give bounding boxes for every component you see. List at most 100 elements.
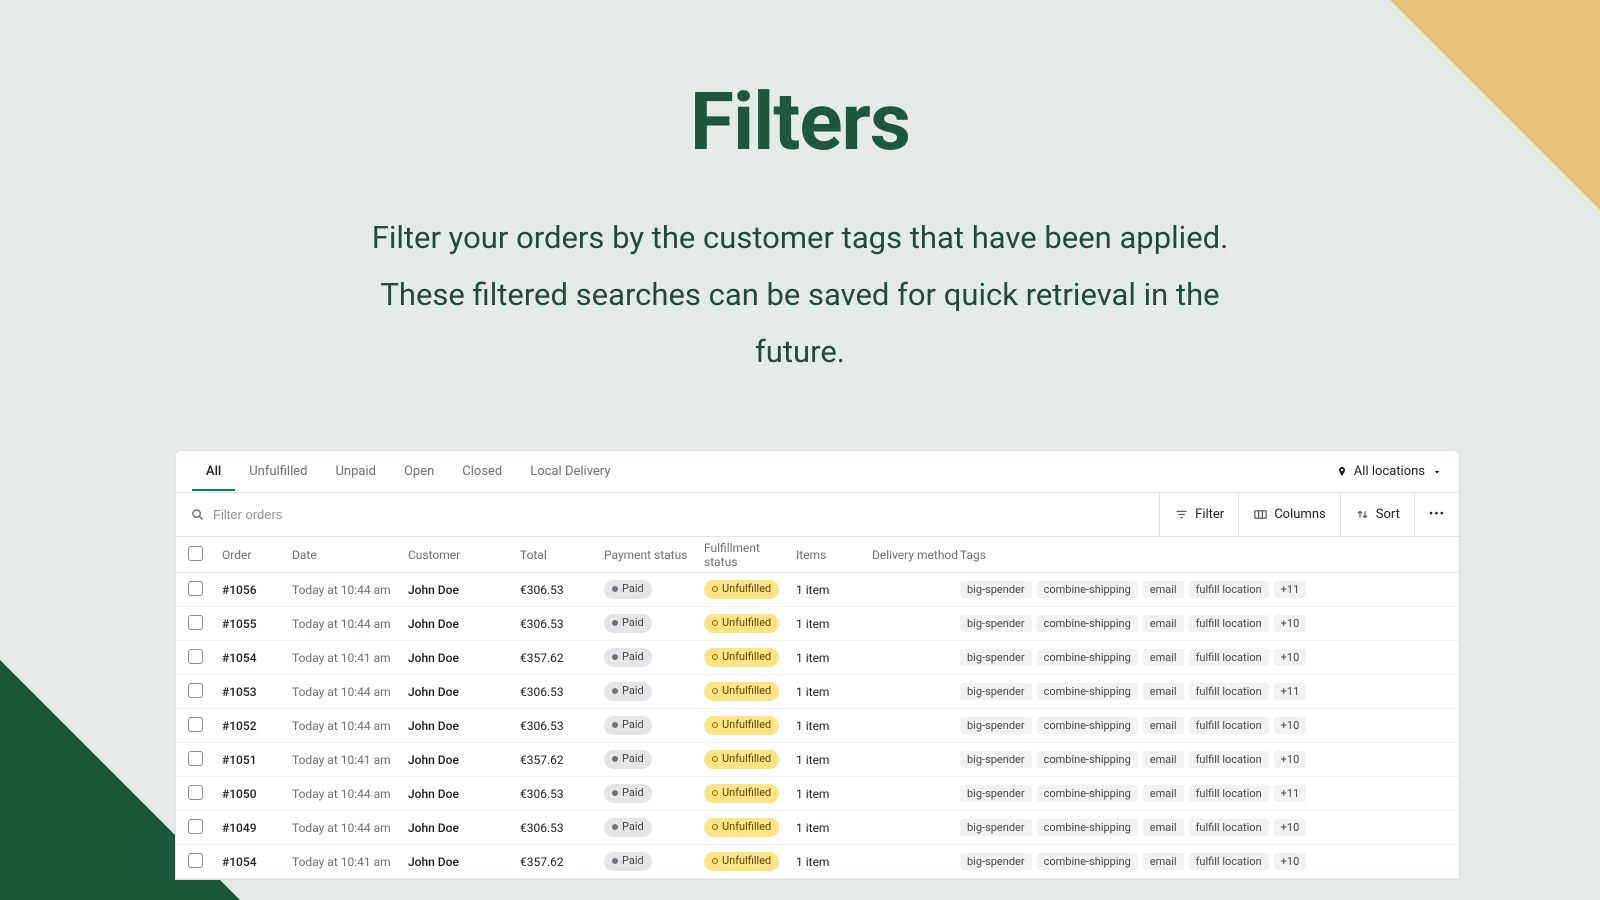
tag-chip: combine-shipping: [1037, 683, 1138, 700]
cell-order-id: #1052: [222, 719, 292, 733]
tag-chip-more[interactable]: +10: [1274, 717, 1307, 734]
tag-chip: combine-shipping: [1037, 649, 1138, 666]
table-row[interactable]: #1049 Today at 10:44 am John Doe €306.53…: [176, 811, 1459, 845]
tag-chip-more[interactable]: +10: [1274, 649, 1307, 666]
cell-fulfillment-status: Unfulfilled: [704, 648, 796, 666]
cell-total: €306.53: [520, 685, 604, 699]
col-total: Total: [520, 548, 604, 562]
cell-order-id: #1049: [222, 821, 292, 835]
row-checkbox[interactable]: [188, 751, 203, 766]
tag-chip-more[interactable]: +11: [1274, 581, 1307, 598]
location-pin-icon: [1336, 466, 1348, 478]
sort-icon: [1355, 507, 1370, 522]
tag-chip: big-spender: [960, 615, 1032, 632]
cell-fulfillment-status: Unfulfilled: [704, 784, 796, 802]
table-row[interactable]: #1053 Today at 10:44 am John Doe €306.53…: [176, 675, 1459, 709]
table-row[interactable]: #1056 Today at 10:44 am John Doe €306.53…: [176, 573, 1459, 607]
tag-chip: fulfill location: [1189, 751, 1269, 768]
tab-unpaid[interactable]: Unpaid: [321, 452, 389, 491]
tag-chip-more[interactable]: +11: [1274, 785, 1307, 802]
tag-chip: fulfill location: [1189, 683, 1269, 700]
tag-chip-more[interactable]: +10: [1274, 819, 1307, 836]
row-checkbox[interactable]: [188, 615, 203, 630]
page-subtitle: Filter your orders by the customer tags …: [350, 209, 1250, 380]
col-fulfillment: Fulfillment status: [704, 541, 796, 569]
cell-total: €306.53: [520, 719, 604, 733]
tag-chip: email: [1143, 649, 1184, 666]
cell-date: Today at 10:41 am: [292, 855, 408, 869]
cell-tags: big-spender combine-shipping email fulfi…: [960, 581, 1447, 598]
cell-tags: big-spender combine-shipping email fulfi…: [960, 751, 1447, 768]
cell-date: Today at 10:44 am: [292, 787, 408, 801]
cell-payment-status: Paid: [604, 682, 704, 700]
tag-chip-more[interactable]: +10: [1274, 853, 1307, 870]
tag-chip: big-spender: [960, 649, 1032, 666]
search-input[interactable]: [213, 507, 1145, 522]
cell-order-id: #1055: [222, 617, 292, 631]
table-row[interactable]: #1052 Today at 10:44 am John Doe €306.53…: [176, 709, 1459, 743]
more-button[interactable]: •••: [1415, 493, 1459, 536]
row-checkbox[interactable]: [188, 717, 203, 732]
tab-unfulfilled[interactable]: Unfulfilled: [235, 452, 321, 491]
cell-tags: big-spender combine-shipping email fulfi…: [960, 853, 1447, 870]
row-checkbox[interactable]: [188, 853, 203, 868]
cell-fulfillment-status: Unfulfilled: [704, 750, 796, 768]
cell-items: 1 item: [796, 719, 872, 733]
tab-all[interactable]: All: [192, 452, 235, 491]
tag-chip: email: [1143, 785, 1184, 802]
row-checkbox[interactable]: [188, 819, 203, 834]
paid-badge: Paid: [604, 716, 652, 734]
tag-chip: fulfill location: [1189, 649, 1269, 666]
cell-date: Today at 10:44 am: [292, 821, 408, 835]
cell-total: €306.53: [520, 617, 604, 631]
tag-chip-more[interactable]: +10: [1274, 615, 1307, 632]
cell-tags: big-spender combine-shipping email fulfi…: [960, 649, 1447, 666]
columns-button[interactable]: Columns: [1239, 493, 1341, 536]
table-row[interactable]: #1055 Today at 10:44 am John Doe €306.53…: [176, 607, 1459, 641]
table-row[interactable]: #1054 Today at 10:41 am John Doe €357.62…: [176, 641, 1459, 675]
cell-fulfillment-status: Unfulfilled: [704, 716, 796, 734]
tab-closed[interactable]: Closed: [448, 452, 516, 491]
tag-chip: combine-shipping: [1037, 615, 1138, 632]
table-row[interactable]: #1050 Today at 10:44 am John Doe €306.53…: [176, 777, 1459, 811]
cell-fulfillment-status: Unfulfilled: [704, 682, 796, 700]
cell-payment-status: Paid: [604, 614, 704, 632]
sort-button[interactable]: Sort: [1341, 493, 1415, 536]
cell-customer: John Doe: [408, 583, 520, 597]
select-all-checkbox[interactable]: [188, 546, 203, 561]
row-checkbox[interactable]: [188, 581, 203, 596]
cell-tags: big-spender combine-shipping email fulfi…: [960, 615, 1447, 632]
cell-customer: John Doe: [408, 855, 520, 869]
cell-payment-status: Paid: [604, 750, 704, 768]
tab-open[interactable]: Open: [390, 452, 448, 491]
row-checkbox[interactable]: [188, 683, 203, 698]
table-header: Order Date Customer Total Payment status…: [176, 537, 1459, 573]
cell-customer: John Doe: [408, 719, 520, 733]
orders-panel: AllUnfulfilledUnpaidOpenClosedLocal Deli…: [175, 450, 1460, 880]
tag-chip: combine-shipping: [1037, 751, 1138, 768]
tag-chip: big-spender: [960, 581, 1032, 598]
cell-items: 1 item: [796, 583, 872, 597]
location-selector[interactable]: All locations: [1336, 464, 1443, 479]
tag-chip-more[interactable]: +11: [1274, 683, 1307, 700]
col-tags: Tags: [960, 548, 1447, 562]
tab-local-delivery[interactable]: Local Delivery: [516, 452, 624, 491]
paid-badge: Paid: [604, 750, 652, 768]
table-row[interactable]: #1054 Today at 10:41 am John Doe €357.62…: [176, 845, 1459, 879]
unfulfilled-badge: Unfulfilled: [704, 852, 779, 870]
tag-chip: fulfill location: [1189, 581, 1269, 598]
paid-badge: Paid: [604, 580, 652, 598]
tag-chip: big-spender: [960, 751, 1032, 768]
row-checkbox[interactable]: [188, 785, 203, 800]
cell-date: Today at 10:44 am: [292, 617, 408, 631]
tag-chip-more[interactable]: +10: [1274, 751, 1307, 768]
filter-icon: [1174, 507, 1189, 522]
cell-customer: John Doe: [408, 651, 520, 665]
filter-button[interactable]: Filter: [1160, 493, 1239, 536]
table-row[interactable]: #1051 Today at 10:41 am John Doe €357.62…: [176, 743, 1459, 777]
tag-chip: fulfill location: [1189, 615, 1269, 632]
row-checkbox[interactable]: [188, 649, 203, 664]
cell-total: €306.53: [520, 821, 604, 835]
paid-badge: Paid: [604, 818, 652, 836]
cell-total: €306.53: [520, 787, 604, 801]
